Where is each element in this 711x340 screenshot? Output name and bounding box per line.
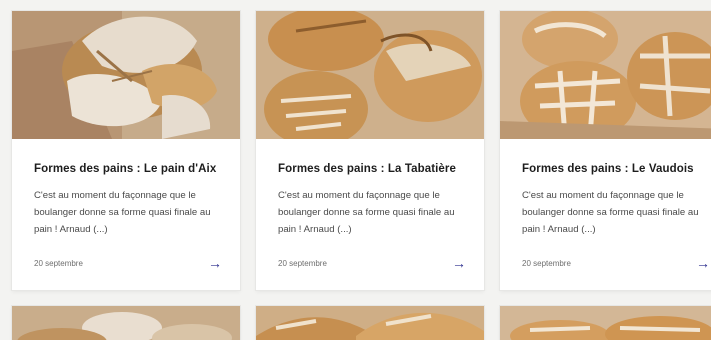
article-footer: 20 septembre →: [34, 256, 222, 270]
article-excerpt: C'est au moment du façonnage que le boul…: [278, 190, 455, 235]
article-image-peek[interactable]: [256, 306, 484, 340]
article-card-body: Formes des pains : Le Vaudois C'est au m…: [500, 139, 711, 290]
article-image-peek[interactable]: [12, 306, 240, 340]
article-footer: 20 septembre →: [278, 256, 466, 270]
arrow-right-icon[interactable]: →: [208, 256, 222, 270]
arrow-right-icon[interactable]: →: [696, 256, 710, 270]
article-grid-page: Formes des pains : Le pain d'Aix C'est a…: [0, 0, 711, 340]
article-title[interactable]: Formes des pains : Le pain d'Aix: [34, 163, 218, 175]
article-card-peek[interactable]: [12, 306, 240, 340]
article-excerpt: C'est au moment du façonnage que le boul…: [522, 190, 699, 235]
article-card-body: Formes des pains : La Tabatière C'est au…: [256, 139, 484, 290]
article-title[interactable]: Formes des pains : Le Vaudois: [522, 163, 706, 175]
article-card-tabatiere[interactable]: Formes des pains : La Tabatière C'est au…: [256, 11, 484, 290]
article-image-pain-aix[interactable]: [12, 11, 240, 139]
article-title[interactable]: Formes des pains : La Tabatière: [278, 163, 462, 175]
article-excerpt: C'est au moment du façonnage que le boul…: [34, 190, 211, 235]
article-image-tabatiere[interactable]: [256, 11, 484, 139]
article-date: 20 septembre: [522, 258, 571, 268]
article-grid: Formes des pains : Le pain d'Aix C'est a…: [12, 11, 711, 340]
arrow-right-icon[interactable]: →: [452, 256, 466, 270]
article-image-vaudois[interactable]: [500, 11, 711, 139]
article-date: 20 septembre: [34, 258, 83, 268]
article-card-pain-aix[interactable]: Formes des pains : Le pain d'Aix C'est a…: [12, 11, 240, 290]
article-card-peek[interactable]: [500, 306, 711, 340]
article-image-peek[interactable]: [500, 306, 711, 340]
article-footer: 20 septembre →: [522, 256, 710, 270]
article-card-peek[interactable]: [256, 306, 484, 340]
article-card-vaudois[interactable]: Formes des pains : Le Vaudois C'est au m…: [500, 11, 711, 290]
article-date: 20 septembre: [278, 258, 327, 268]
article-card-body: Formes des pains : Le pain d'Aix C'est a…: [12, 139, 240, 290]
